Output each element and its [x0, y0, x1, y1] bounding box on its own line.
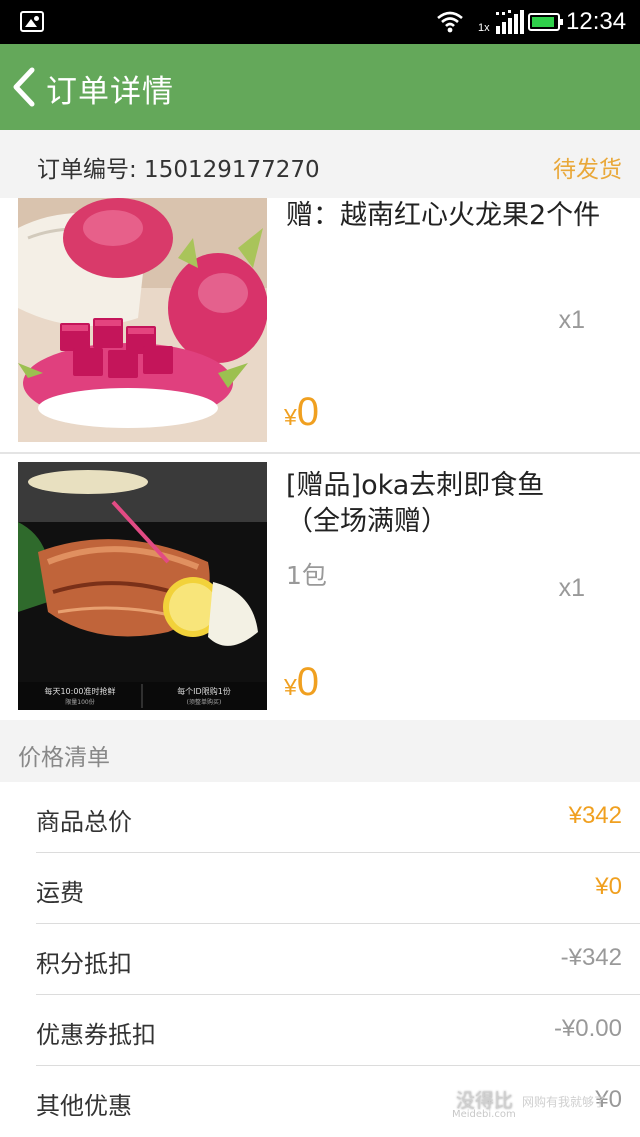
header-bar: 订单详情	[0, 44, 640, 130]
list-item[interactable]: 赠：越南红心火龙果2个件 x1 ¥0	[0, 198, 640, 452]
currency-symbol: ¥	[284, 404, 297, 430]
product-price: ¥0	[284, 660, 319, 705]
product-name: 赠：越南红心火龙果2个件	[286, 200, 601, 231]
price-value: 0	[296, 660, 320, 704]
product-name: [赠品]oka去刺即食鱼（全场满赠）	[286, 470, 545, 537]
image-caption-right: 每个ID限购1份	[177, 686, 231, 696]
price-row-label: 商品总价	[36, 808, 132, 836]
price-row-value: ¥342	[568, 802, 622, 829]
chevron-left-icon[interactable]	[6, 64, 46, 110]
price-row-label: 优惠券抵扣	[36, 1021, 156, 1049]
price-row-subtotal: 商品总价 ¥342	[0, 782, 640, 853]
section-title: 价格清单	[18, 745, 110, 771]
price-row-label: 其他优惠	[36, 1092, 132, 1120]
product-quantity: x1	[558, 574, 585, 602]
image-caption-right-sub: (须整单购买)	[187, 698, 222, 706]
wifi-icon	[437, 11, 463, 33]
watermark: 没得比 网购有我就够了 Meidebi.com	[452, 1082, 640, 1122]
image-notification-icon	[20, 11, 44, 32]
order-status-badge: 待发货	[553, 157, 622, 183]
clock: 12:34	[566, 8, 627, 35]
network-type-label: 1x	[478, 22, 490, 34]
price-row-shipping: 运费 ¥0	[0, 853, 640, 924]
status-bar: 1x 12:34	[0, 0, 640, 44]
price-list-header: 价格清单	[0, 720, 640, 782]
price-row-value: ¥0	[595, 873, 622, 900]
price-row-label: 积分抵扣	[36, 950, 132, 978]
price-row-coupon: 优惠券抵扣 -¥0.00	[0, 995, 640, 1066]
currency-symbol: ¥	[284, 674, 297, 700]
price-row-label: 运费	[36, 879, 84, 907]
price-value: 0	[296, 390, 320, 434]
list-item[interactable]: 每天10:00准时抢鲜 限量100份 每个ID限购1份 (须整单购买) [赠品]…	[0, 454, 640, 720]
price-row-value: -¥0.00	[553, 1015, 622, 1042]
battery-icon	[528, 13, 563, 31]
product-image-dragon-fruit	[18, 198, 267, 442]
watermark-slogan: 网购有我就够了	[522, 1095, 607, 1109]
product-quantity: x1	[558, 306, 585, 334]
watermark-domain: Meidebi.com	[452, 1109, 516, 1120]
product-spec: 1包	[286, 561, 327, 590]
price-row-value: -¥342	[560, 944, 622, 971]
order-info-bar: 订单编号: 150129177270 待发货	[0, 130, 640, 198]
price-row-points: 积分抵扣 -¥342	[0, 924, 640, 995]
product-image-fish: 每天10:00准时抢鲜 限量100份 每个ID限购1份 (须整单购买)	[18, 462, 267, 710]
product-price: ¥0	[284, 390, 319, 435]
image-caption-left-sub: 限量100份	[65, 698, 94, 706]
page-title: 订单详情	[46, 74, 174, 110]
order-number: 订单编号: 150129177270	[37, 157, 320, 183]
image-caption-left: 每天10:00准时抢鲜	[44, 686, 115, 696]
